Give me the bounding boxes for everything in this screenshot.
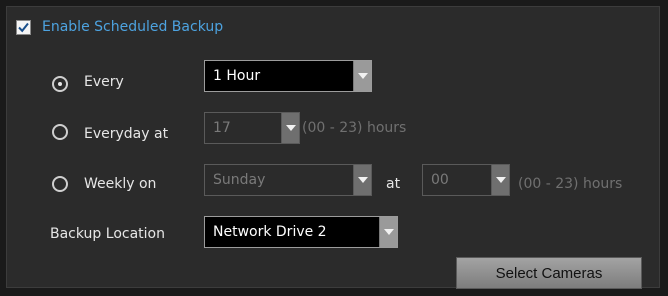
everyday-at-radio[interactable] [52, 124, 68, 140]
every-interval-select[interactable]: 1 Hour [204, 60, 372, 92]
weekly-hours-hint: (00 - 23) hours [518, 176, 623, 192]
weekly-on-radio[interactable] [52, 176, 68, 192]
every-interval-value: 1 Hour [213, 68, 261, 84]
enable-scheduled-backup-label[interactable]: Enable Scheduled Backup [42, 19, 223, 35]
everyday-at-label: Everyday at [84, 126, 169, 142]
chevron-down-icon[interactable] [281, 113, 299, 143]
every-label: Every [84, 74, 124, 90]
weekly-on-label: Weekly on [84, 176, 157, 192]
weekly-at-label: at [386, 176, 401, 192]
weekly-hour-value: 00 [431, 172, 449, 188]
backup-location-label: Backup Location [50, 226, 165, 242]
weekly-day-value: Sunday [213, 172, 266, 188]
backup-location-select[interactable]: Network Drive 2 [204, 216, 398, 248]
weekly-day-select[interactable]: Sunday [204, 164, 372, 196]
checkmark-icon [18, 22, 29, 33]
chevron-down-icon[interactable] [379, 217, 397, 247]
every-radio[interactable] [52, 76, 68, 92]
backup-location-value: Network Drive 2 [213, 224, 327, 240]
chevron-down-icon[interactable] [353, 165, 371, 195]
chevron-down-icon[interactable] [353, 61, 371, 91]
everyday-hour-value: 17 [213, 120, 231, 136]
everyday-hours-hint: (00 - 23) hours [302, 120, 407, 136]
enable-scheduled-backup-checkbox[interactable] [16, 20, 31, 35]
chevron-down-icon[interactable] [491, 165, 509, 195]
everyday-hour-select[interactable]: 17 [204, 112, 300, 144]
select-cameras-button[interactable]: Select Cameras [456, 257, 642, 289]
weekly-hour-select[interactable]: 00 [422, 164, 510, 196]
